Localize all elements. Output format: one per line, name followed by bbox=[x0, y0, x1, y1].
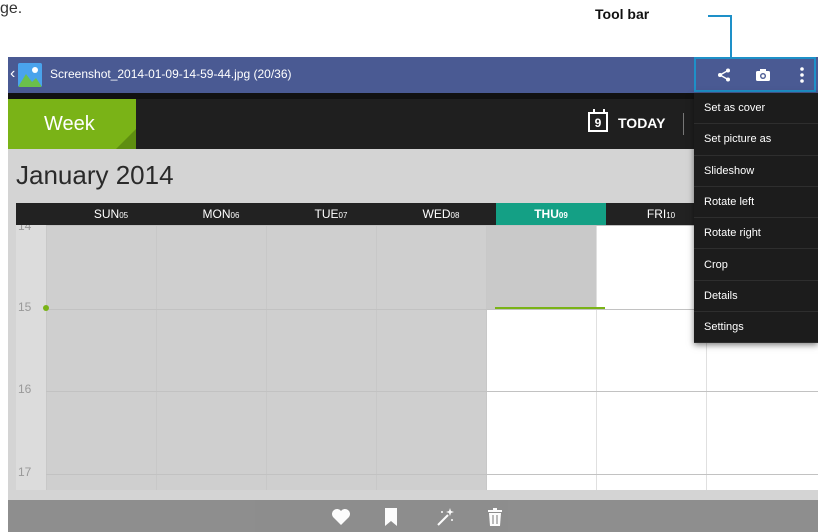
day-column-thu[interactable] bbox=[486, 225, 596, 490]
day-name: WED bbox=[422, 207, 451, 221]
menu-item-rotate-right[interactable]: Rotate right bbox=[694, 218, 818, 250]
menu-item-set-picture-as[interactable]: Set picture as bbox=[694, 124, 818, 156]
gallery-action-bar: ‹ Screenshot_2014-01-09-14-59-44.jpg (20… bbox=[8, 57, 818, 93]
menu-item-crop[interactable]: Crop bbox=[694, 249, 818, 281]
hour-label: 17 bbox=[18, 465, 32, 479]
share-icon[interactable] bbox=[706, 57, 742, 93]
callout-line bbox=[708, 15, 732, 17]
hour-label: 16 bbox=[18, 382, 32, 396]
day-number: 09 bbox=[558, 210, 568, 220]
menu-item-rotate-left[interactable]: Rotate left bbox=[694, 187, 818, 219]
day-header-wed[interactable]: WED 08 bbox=[386, 203, 496, 225]
camera-icon[interactable] bbox=[745, 57, 781, 93]
day-column-sun[interactable] bbox=[46, 225, 156, 490]
menu-item-set-as-cover[interactable]: Set as cover bbox=[694, 93, 818, 125]
day-header-sun[interactable]: SUN 05 bbox=[56, 203, 166, 225]
menu-item-settings[interactable]: Settings bbox=[694, 312, 818, 344]
time-column bbox=[16, 225, 46, 490]
day-number: 10 bbox=[666, 210, 676, 220]
day-column-tue[interactable] bbox=[266, 225, 376, 490]
day-header-tue[interactable]: TUE 07 bbox=[276, 203, 386, 225]
day-number: 06 bbox=[230, 210, 240, 220]
day-column-mon[interactable] bbox=[156, 225, 266, 490]
hour-label: 14 bbox=[18, 225, 32, 233]
device-screen: ‹ Screenshot_2014-01-09-14-59-44.jpg (20… bbox=[8, 57, 818, 532]
toolbar-callout-label: Tool bar bbox=[595, 6, 650, 22]
header-divider bbox=[683, 113, 684, 135]
gallery-app-icon[interactable] bbox=[18, 63, 42, 87]
current-time-dot bbox=[43, 305, 49, 311]
day-number: 05 bbox=[119, 210, 129, 220]
calendar-today-icon[interactable]: 9 bbox=[588, 109, 608, 132]
overflow-menu: Set as cover Set picture as Slideshow Ro… bbox=[694, 93, 818, 344]
day-name: FRI bbox=[646, 207, 667, 221]
menu-item-details[interactable]: Details bbox=[694, 281, 818, 313]
document-text: ge. bbox=[0, 0, 23, 17]
week-button-notch bbox=[116, 129, 136, 149]
day-header-mon[interactable]: MON 06 bbox=[166, 203, 276, 225]
day-name: SUN bbox=[93, 207, 120, 221]
hour-label: 15 bbox=[18, 300, 32, 314]
magic-wand-icon[interactable] bbox=[432, 504, 458, 530]
current-time-line bbox=[495, 307, 605, 309]
day-name: MON bbox=[202, 207, 231, 221]
day-number: 08 bbox=[450, 210, 460, 220]
file-title: Screenshot_2014-01-09-14-59-44.jpg (20/3… bbox=[50, 67, 292, 81]
month-title: January 2014 bbox=[16, 160, 174, 190]
hour-line bbox=[46, 474, 818, 475]
overflow-menu-icon[interactable] bbox=[784, 57, 818, 93]
callout-line bbox=[730, 15, 732, 57]
day-name: THU bbox=[534, 207, 559, 221]
trash-icon[interactable] bbox=[482, 504, 508, 530]
day-number: 07 bbox=[338, 210, 348, 220]
heart-icon[interactable] bbox=[328, 504, 354, 530]
today-button[interactable]: TODAY bbox=[618, 115, 665, 131]
photo-action-bar bbox=[8, 500, 818, 532]
hour-line bbox=[46, 391, 818, 392]
back-icon[interactable]: ‹ bbox=[10, 65, 15, 83]
day-column-fri[interactable] bbox=[596, 225, 706, 490]
day-name: TUE bbox=[314, 207, 339, 221]
day-column-wed[interactable] bbox=[376, 225, 486, 490]
menu-item-slideshow[interactable]: Slideshow bbox=[694, 156, 818, 187]
bookmark-icon[interactable] bbox=[378, 504, 404, 530]
day-header-thu[interactable]: THU 09 bbox=[496, 203, 606, 225]
